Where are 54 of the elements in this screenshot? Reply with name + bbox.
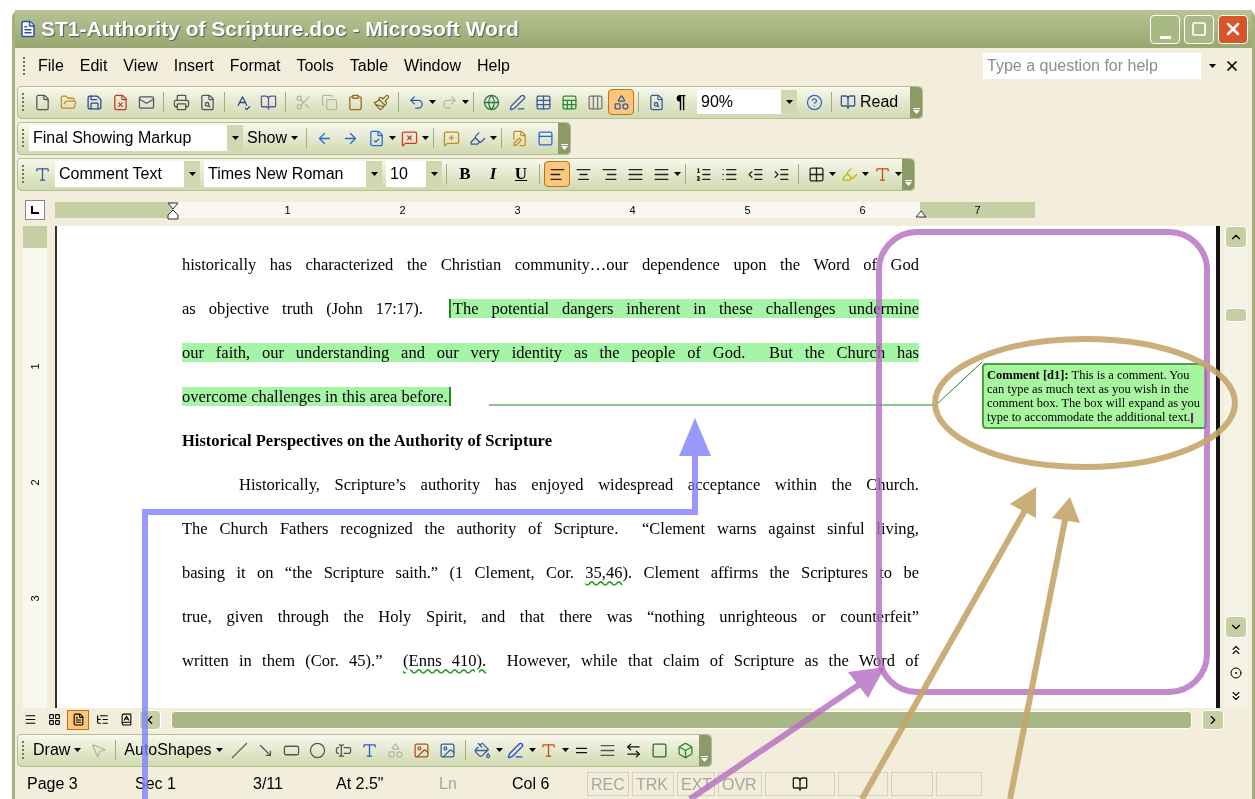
markup-display-dropdown[interactable]: Final Showing Markup: [29, 125, 243, 151]
status-field: Col 6: [504, 772, 584, 796]
menu-item[interactable]: Format: [221, 54, 289, 78]
help-search-field[interactable]: Type a question for help: [983, 53, 1201, 79]
text-line: true, given through the Holy Spirit, and that there was “nothing unrighteous or counterfeit”: [182, 606, 919, 628]
status-field: Page 3: [19, 772, 124, 796]
font-dropdown[interactable]: Times New Roman: [204, 161, 382, 187]
comment-text: Comment [d1]: This is a comment. You can type as much text as you wish in the comment box. The box will expand as you type to accommodate the additional text.: [987, 368, 1201, 424]
text-style-button[interactable]: B: [451, 161, 479, 187]
menu-item[interactable]: Edit: [71, 54, 116, 78]
section-heading: Historical Perspectives on the Authority of Scripture: [182, 430, 553, 452]
menu-item[interactable]: Tools: [288, 54, 342, 78]
text-style-button[interactable]: I: [479, 161, 507, 187]
text-line: Historically, Scripture’s authority has enjoyed widespread acceptance within the Church.: [238, 474, 919, 496]
draw-menu-button[interactable]: Draw: [29, 738, 86, 762]
text-line: basing it on “the Scripture saith.” (1 Clement, Cor. 35,46). Clement affirms the Scriptures to be: [182, 562, 919, 584]
window-title: ST1-Authority of Scripture.doc - Microsoft Word: [41, 16, 519, 43]
ruler-number: 1: [29, 362, 41, 370]
status-field: REC: [587, 772, 629, 796]
status-field: 3/11: [245, 772, 325, 796]
text-line: historically has characterized the Christian community…our dependence upon the Word of God: [182, 254, 919, 276]
ruler-number: 4: [629, 204, 636, 216]
menu-item[interactable]: File: [30, 54, 72, 78]
show-menu-button[interactable]: Show: [243, 126, 303, 150]
ruler-number: 6: [859, 204, 866, 216]
menu-item[interactable]: Insert: [165, 54, 222, 78]
read-button[interactable]: Read: [836, 90, 903, 114]
status-field: At 2.5": [328, 772, 428, 796]
comment-balloon[interactable]: Comment [d1]: This is a comment. You can type as much text as you wish in the comment box. The box will expand as you type to accommodate the additional text.: [982, 363, 1207, 429]
ruler-number: 7: [974, 204, 981, 216]
status-field: TRK: [632, 772, 674, 796]
zoom-dropdown[interactable]: 90%: [697, 90, 797, 114]
text-line: as objective truth (John 17:17). The potential dangers inherent in these challenges undermine: [182, 298, 919, 320]
ruler-number: 3: [514, 204, 521, 216]
menu-item[interactable]: View: [115, 54, 166, 78]
status-field: OVR: [718, 772, 762, 796]
autoshapes-menu-button[interactable]: AutoShapes: [120, 738, 227, 762]
menu-item[interactable]: Help: [468, 54, 518, 78]
font-size-dropdown[interactable]: 10: [386, 161, 442, 187]
text-line: written in them (Cor. 45).” (Enns 410). However, while that claim of Scripture as the Word of: [182, 650, 919, 672]
pilcrow-button[interactable]: ¶: [669, 88, 693, 116]
menu-item[interactable]: Window: [396, 54, 469, 78]
status-field: Sec 1: [127, 772, 242, 796]
ruler-number: 5: [744, 204, 751, 216]
ruler-number: 1: [284, 204, 291, 216]
ruler-number: 2: [29, 478, 41, 486]
text-style-button[interactable]: U: [507, 161, 535, 187]
menu-item[interactable]: Table: [341, 54, 397, 78]
ruler-number: 3: [29, 594, 41, 602]
status-field: Ln: [431, 772, 501, 796]
ruler-number: 2: [399, 204, 406, 216]
text-line: overcome challenges in this area before.: [182, 375, 919, 419]
style-dropdown[interactable]: Comment Text: [55, 161, 200, 187]
text-line: The Church Fathers recognized the authority of Scripture. “Clement warns against sinful living,: [182, 518, 919, 540]
